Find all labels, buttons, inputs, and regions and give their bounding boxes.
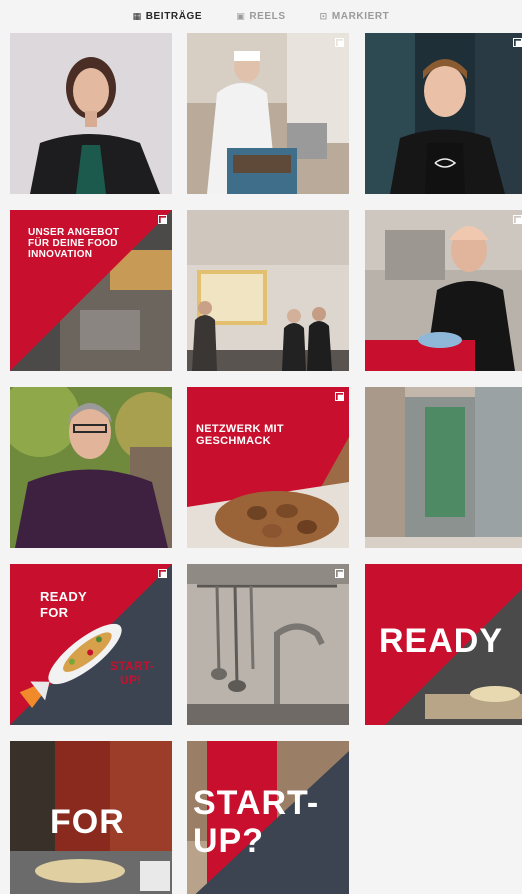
post-startup-line2: UP? bbox=[193, 822, 264, 860]
post-startup-line1: START- bbox=[193, 784, 320, 822]
post-ready-text: READY bbox=[379, 622, 504, 660]
post-netzwerk[interactable]: NETZWERK MIT GESCHMACK bbox=[187, 387, 349, 548]
tagged-icon: ⊡ bbox=[319, 10, 328, 21]
post-ready-line2: FOR bbox=[40, 605, 69, 620]
post-angebot[interactable]: UNSER ANGEBOT FÜR DEINE FOOD INNOVATION bbox=[10, 210, 172, 371]
multi-image-icon bbox=[158, 569, 167, 578]
profile-tabs: ▦ BEITRÄGE ▣ REELS ⊡ MARKIERT bbox=[0, 0, 522, 32]
reels-icon: ▣ bbox=[236, 10, 246, 21]
post-startup[interactable]: START- UP? bbox=[187, 741, 349, 894]
post-portrait-woman[interactable] bbox=[10, 33, 172, 194]
post-for[interactable]: FOR bbox=[10, 741, 172, 894]
multi-image-icon bbox=[513, 215, 522, 224]
post-ready-for-startup[interactable]: READY FOR START- UP! bbox=[10, 564, 172, 725]
multi-image-icon bbox=[335, 569, 344, 578]
tab-markiert[interactable]: ⊡ MARKIERT bbox=[320, 11, 390, 22]
multi-image-icon bbox=[335, 392, 344, 401]
post-kitchen-worker[interactable] bbox=[187, 33, 349, 194]
post-angebot-text: UNSER ANGEBOT FÜR DEINE FOOD INNOVATION bbox=[28, 227, 120, 261]
tab-reels[interactable]: ▣ REELS bbox=[236, 11, 285, 22]
post-utensils[interactable] bbox=[187, 564, 349, 725]
post-ready[interactable]: READY bbox=[365, 564, 522, 725]
post-for-text: FOR bbox=[50, 803, 125, 841]
tab-beitraege[interactable]: ▦ BEITRÄGE bbox=[133, 11, 203, 22]
post-woman-cooking[interactable] bbox=[365, 210, 522, 371]
tab-markiert-label: MARKIERT bbox=[331, 10, 390, 22]
post-ready-line3: START- bbox=[110, 659, 155, 673]
grid-icon: ▦ bbox=[132, 10, 142, 21]
tab-beitraege-label: BEITRÄGE bbox=[145, 10, 203, 22]
post-steel-appliances[interactable] bbox=[365, 387, 522, 548]
post-smiling-woman-apron[interactable] bbox=[365, 33, 522, 194]
multi-image-icon bbox=[158, 215, 167, 224]
multi-image-icon bbox=[335, 38, 344, 47]
post-ready-line4: UP! bbox=[120, 673, 142, 687]
post-portrait-man[interactable] bbox=[10, 387, 172, 548]
post-ready-line1: READY bbox=[40, 589, 88, 604]
multi-image-icon bbox=[513, 38, 522, 47]
post-team-kitchen[interactable] bbox=[187, 210, 349, 371]
post-netzwerk-text: NETZWERK MIT GESCHMACK bbox=[196, 423, 284, 448]
tab-reels-label: REELS bbox=[249, 10, 286, 22]
